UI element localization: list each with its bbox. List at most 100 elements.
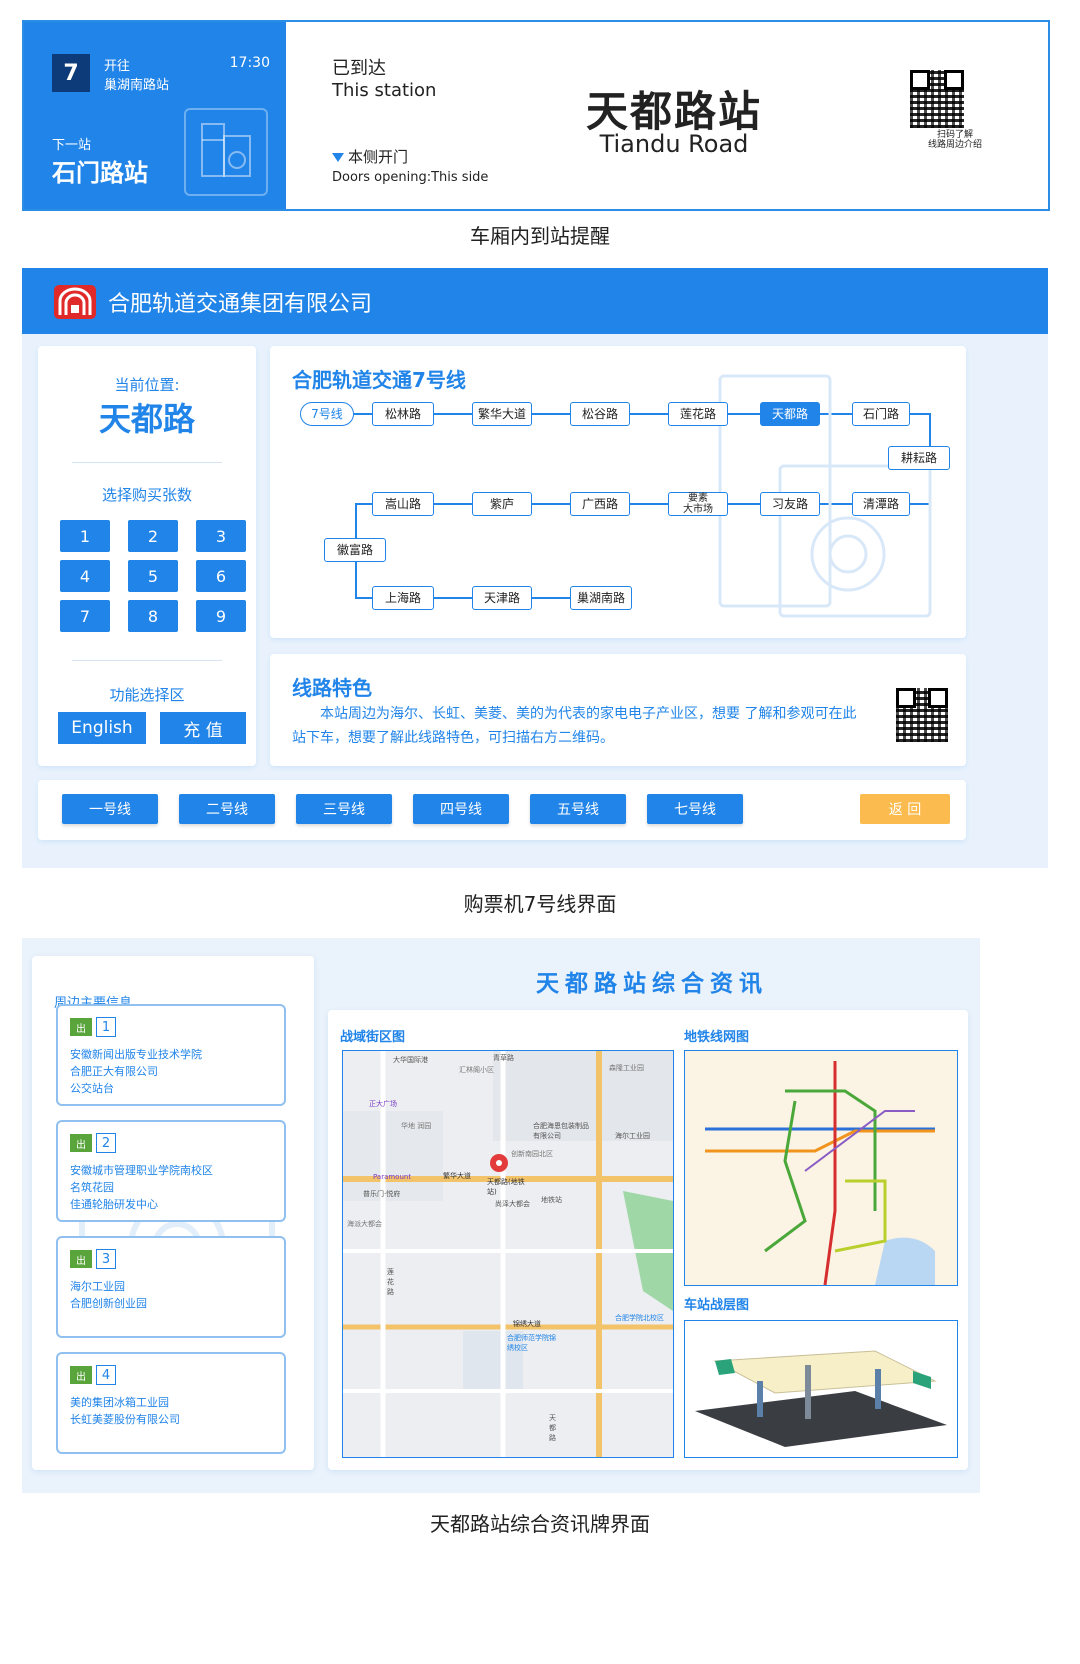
- map-poi: 莲花路: [387, 1268, 394, 1296]
- map-poi: 青草路: [493, 1054, 514, 1062]
- exit-card-4[interactable]: 出 4 美的集团冰箱工业园 长虹美菱股份有限公司: [56, 1352, 286, 1454]
- company-header: 合肥轨道交通集团有限公司: [22, 268, 1048, 334]
- company-name: 合肥轨道交通集团有限公司: [108, 292, 373, 317]
- station-qingtan[interactable]: 清潭路: [852, 492, 910, 516]
- exit-icon: 出: [70, 1134, 92, 1152]
- exit-place: 公交站台: [70, 1082, 114, 1095]
- metro-logo-icon: [54, 285, 96, 319]
- exit-number: 1: [96, 1017, 116, 1037]
- back-button[interactable]: 返 回: [860, 794, 950, 824]
- map-poi: 尚泽大都会: [495, 1200, 530, 1208]
- door-side-text: 本侧开门: [348, 148, 409, 166]
- station-huifu[interactable]: 徽富路: [324, 538, 386, 562]
- metro-map-label: 地铁线网图: [684, 1030, 750, 1045]
- exit-place: 海尔工业园: [70, 1280, 125, 1293]
- exit-card-3[interactable]: 出 3 海尔工业园 合肥创新创业园: [56, 1236, 286, 1338]
- station-floor-label: 车站战层图: [684, 1298, 750, 1313]
- map-poi: 合肥海恩包装制品有限公司: [533, 1122, 589, 1140]
- next-station-label: 下一站: [52, 138, 92, 153]
- door-arrow-icon: [332, 153, 344, 162]
- qty-button-8[interactable]: 8: [128, 600, 178, 632]
- station-songshan[interactable]: 嵩山路: [372, 492, 434, 516]
- map-poi: 繁华大道: [443, 1172, 471, 1180]
- exit-place: 名筑花园: [70, 1181, 114, 1194]
- map-poi: 森隆工业园: [609, 1064, 644, 1072]
- map-poi: 天都路(地铁站): [487, 1178, 525, 1196]
- station-gengyun[interactable]: 耕耘路: [888, 446, 950, 470]
- map-poi: 华地 润园: [401, 1122, 432, 1130]
- divider: [72, 462, 222, 463]
- exit-card-2[interactable]: 出 2 安徽城市管理职业学院南校区 名筑花园 佳通轮胎研发中心: [56, 1120, 286, 1222]
- station-zilu[interactable]: 紫庐: [472, 492, 532, 516]
- feature-title: 线路特色: [292, 676, 372, 700]
- qty-button-1[interactable]: 1: [60, 520, 110, 552]
- station-tiandu-current[interactable]: 天都路: [760, 402, 820, 426]
- exit-number: 4: [96, 1365, 116, 1385]
- quantity-label: 选择购买张数: [101, 486, 192, 504]
- caption-infoboard: 天都路站综合资讯牌界面: [430, 1512, 650, 1536]
- metro-network-map[interactable]: [684, 1050, 958, 1286]
- map-poi: 普乐门·悦府: [363, 1190, 401, 1198]
- towards-label: 开往: [104, 59, 131, 74]
- line-1-button[interactable]: 一号线: [62, 794, 158, 824]
- street-map[interactable]: 大华国际港 汇林阁小区 青草路 森隆工业园 正大广场 华地 润园 合肥海恩包装制…: [342, 1050, 674, 1458]
- station-yaosu-market[interactable]: 要素 大市场: [668, 492, 728, 516]
- street-map-graphic: [343, 1051, 673, 1457]
- line-2-button[interactable]: 二号线: [179, 794, 275, 824]
- station-tianjin[interactable]: 天津路: [472, 586, 532, 610]
- exit-card-1[interactable]: 出 1 安徽新闻出版专业技术学院 合肥正大有限公司 公交站台: [56, 1004, 286, 1106]
- recharge-button[interactable]: 充 值: [160, 712, 246, 744]
- qty-button-7[interactable]: 7: [60, 600, 110, 632]
- station-guangxi[interactable]: 广西路: [570, 492, 630, 516]
- station-lianhua[interactable]: 莲花路: [668, 402, 728, 426]
- line-3-button[interactable]: 三号线: [296, 794, 392, 824]
- maps-panel: 战域街区图 地铁线网图 车站战层图 大华国际港 汇林阁小区 青草路 森隆工业园 …: [328, 1010, 968, 1470]
- current-position-value: 天都路: [98, 400, 195, 438]
- qty-button-4[interactable]: 4: [60, 560, 110, 592]
- map-poi: 锦绣大道: [513, 1320, 541, 1328]
- exit-icon: 出: [70, 1018, 92, 1036]
- divider: [72, 660, 222, 661]
- qty-button-9[interactable]: 9: [196, 600, 246, 632]
- arrived-label-en: This station: [332, 80, 437, 101]
- qty-button-3[interactable]: 3: [196, 520, 246, 552]
- station-shimen[interactable]: 石门路: [852, 402, 910, 426]
- qty-button-2[interactable]: 2: [128, 520, 178, 552]
- exit-place: 佳通轮胎研发中心: [70, 1198, 158, 1211]
- station-songlin[interactable]: 松林路: [372, 402, 434, 426]
- station-floor-diagram[interactable]: [684, 1320, 958, 1458]
- english-button[interactable]: English: [58, 712, 146, 744]
- exit-place: 美的集团冰箱工业园: [70, 1396, 169, 1409]
- line-4-button[interactable]: 四号线: [413, 794, 509, 824]
- qty-button-6[interactable]: 6: [196, 560, 246, 592]
- station-fanhua[interactable]: 繁华大道: [472, 402, 532, 426]
- towards-value: 巢湖南路站: [104, 78, 170, 93]
- feature-text: 本站周边为海尔、长虹、美菱、美的为代表的家电电子产业区，想要 了解和参观可在此站…: [292, 706, 857, 746]
- info-board: 周边主要信息 出 1 安徽新闻出版专业技术学院 合肥正大有限公司 公交站台 出 …: [22, 938, 980, 1493]
- line-5-button[interactable]: 五号线: [530, 794, 626, 824]
- station-xiyou[interactable]: 习友路: [760, 492, 820, 516]
- station-shanghai[interactable]: 上海路: [372, 586, 434, 610]
- station-chaohunan[interactable]: 巢湖南路: [570, 586, 632, 610]
- line-map-card: 合肥轨道交通7号线 7号线 松林路 繁华大道 松谷路 莲花路 天都路 石门路 耕…: [270, 346, 966, 638]
- feature-qr-code-icon[interactable]: [896, 688, 948, 742]
- function-area-label: 功能选择区: [109, 686, 185, 704]
- station-songgu[interactable]: 松谷路: [570, 402, 630, 426]
- caption-ticket: 购票机7号线界面: [463, 892, 617, 916]
- map-poi: 海派大都会: [347, 1220, 382, 1228]
- door-side-cn: 本侧开门: [332, 146, 408, 167]
- qr-caption: 扫码了解 线路周边介绍: [927, 130, 982, 150]
- map-poi: 正大广场: [369, 1100, 397, 1108]
- map-poi: 合肥师范学院锦绣校区: [507, 1334, 556, 1352]
- qr-code-icon[interactable]: [910, 70, 964, 128]
- street-map-label: 战域街区图: [340, 1030, 406, 1045]
- map-poi: Paramount: [373, 1173, 412, 1181]
- info-board-title: 天都路站综合资讯: [536, 971, 768, 997]
- exit-place: 安徽新闻出版专业技术学院: [70, 1048, 202, 1061]
- line-7-button[interactable]: 七号线: [647, 794, 743, 824]
- qty-button-5[interactable]: 5: [128, 560, 178, 592]
- metro-network-graphic: [685, 1051, 957, 1285]
- map-poi: 天都路: [549, 1414, 556, 1442]
- line-feature-card: 线路特色 本站周边为海尔、长虹、美菱、美的为代表的家电电子产业区，想要 了解和参…: [270, 654, 966, 766]
- line-tag-badge: 7号线: [300, 402, 354, 426]
